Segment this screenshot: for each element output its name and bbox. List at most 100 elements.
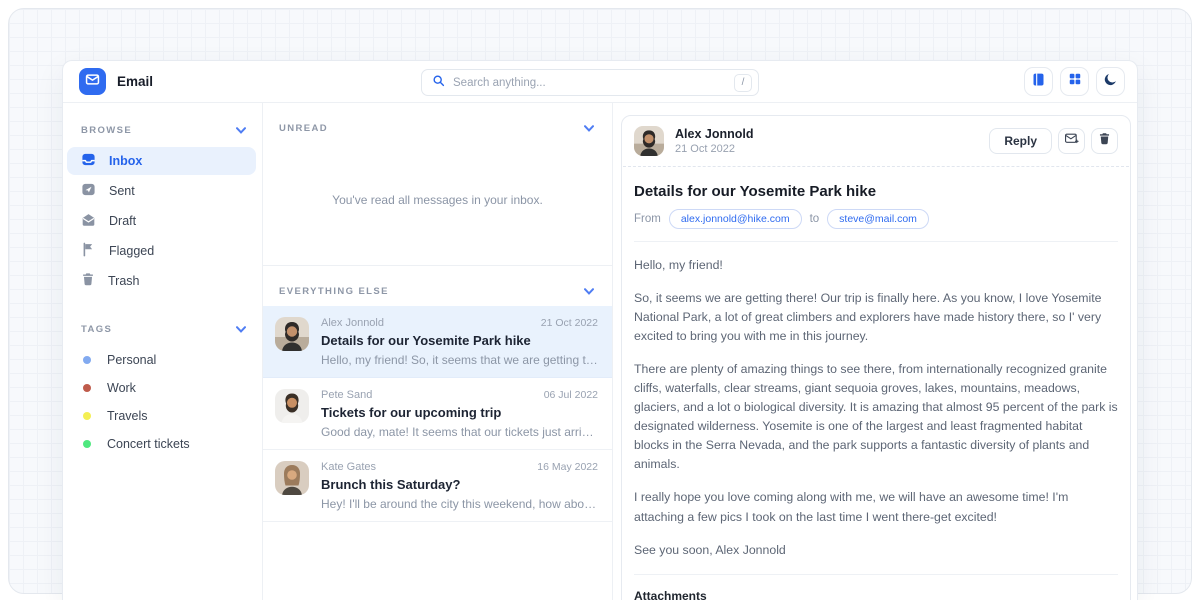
envelope-icon	[85, 72, 100, 92]
moon-icon	[1103, 72, 1118, 92]
avatar	[634, 126, 664, 156]
app-title: Email	[117, 74, 153, 89]
sidebar-item-sent[interactable]: Sent	[67, 177, 256, 205]
email-body: Hello, my friend! So, it seems we are ge…	[634, 256, 1118, 560]
email-list-item[interactable]: Alex Jonnold 21 Oct 2022 Details for our…	[263, 306, 612, 378]
email-sender: Pete Sand	[321, 389, 372, 401]
from-email-chip[interactable]: alex.jonnold@hike.com	[669, 209, 802, 229]
reply-button[interactable]: Reply	[989, 128, 1052, 154]
to-email-chip[interactable]: steve@mail.com	[827, 209, 929, 229]
detail-subject: Details for our Yosemite Park hike	[634, 183, 1118, 200]
tag-item-work[interactable]: Work	[63, 374, 262, 402]
detail-date: 21 Oct 2022	[675, 143, 753, 155]
email-list-item[interactable]: Kate Gates 16 May 2022 Brunch this Satur…	[263, 450, 612, 522]
email-sender: Alex Jonnold	[321, 317, 384, 329]
tag-label: Work	[107, 381, 136, 395]
inbox-icon	[81, 152, 96, 170]
notebook-icon	[1031, 72, 1046, 92]
chevron-down-icon[interactable]	[236, 320, 246, 338]
sidebar: BROWSE Inbox Sent	[63, 103, 263, 600]
open-envelope-icon	[81, 212, 96, 230]
tag-label: Travels	[107, 409, 148, 423]
avatar	[275, 389, 309, 423]
tags-label: TAGS	[81, 324, 112, 335]
sidebar-item-label: Draft	[109, 214, 136, 228]
body-paragraph: So, it seems we are getting there! Our t…	[634, 289, 1118, 346]
avatar	[275, 317, 309, 351]
tag-dot	[83, 356, 91, 364]
search-bar[interactable]: /	[421, 69, 759, 96]
sidebar-item-label: Sent	[109, 184, 135, 198]
chevron-down-icon[interactable]	[584, 282, 594, 300]
attachments-label: Attachments	[634, 589, 1118, 600]
unread-section: UNREAD You've read all messages in your …	[263, 103, 612, 266]
email-preview: Hello, my friend! So, it seems that we a…	[321, 353, 598, 367]
sidebar-item-label: Inbox	[109, 154, 142, 168]
from-label: From	[634, 213, 661, 225]
top-bar: Email /	[63, 61, 1137, 103]
sidebar-item-flagged[interactable]: Flagged	[67, 237, 256, 265]
chevron-down-icon[interactable]	[584, 119, 594, 137]
divider	[623, 166, 1129, 167]
everything-else-label: EVERYTHING ELSE	[279, 286, 389, 297]
tag-item-travels[interactable]: Travels	[63, 402, 262, 430]
trash-icon	[1098, 132, 1111, 150]
sidebar-item-label: Trash	[108, 274, 140, 288]
email-list-item[interactable]: Pete Sand 06 Jul 2022 Tickets for our up…	[263, 378, 612, 450]
tag-label: Concert tickets	[107, 437, 190, 451]
notebook-button[interactable]	[1024, 67, 1053, 96]
browse-section-header[interactable]: BROWSE	[63, 117, 262, 147]
detail-header: Alex Jonnold 21 Oct 2022 Reply	[622, 116, 1130, 166]
tag-item-concert-tickets[interactable]: Concert tickets	[63, 430, 262, 458]
email-subject: Details for our Yosemite Park hike	[321, 333, 598, 348]
email-detail-card: Alex Jonnold 21 Oct 2022 Reply	[621, 115, 1131, 600]
send-icon	[81, 182, 96, 200]
delete-mail-button[interactable]	[1091, 128, 1118, 154]
sidebar-item-inbox[interactable]: Inbox	[67, 147, 256, 175]
from-to-row: From alex.jonnold@hike.com to steve@mail…	[634, 209, 1118, 229]
sidebar-item-trash[interactable]: Trash	[67, 267, 256, 294]
email-detail-panel: Alex Jonnold 21 Oct 2022 Reply	[613, 103, 1137, 600]
email-subject: Tickets for our upcoming trip	[321, 405, 598, 420]
grid-icon	[1068, 72, 1082, 91]
tag-dot	[83, 440, 91, 448]
email-preview: Good day, mate! It seems that our ticket…	[321, 425, 598, 439]
divider	[634, 574, 1118, 575]
email-date: 06 Jul 2022	[544, 389, 598, 401]
email-sender: Kate Gates	[321, 461, 376, 473]
unread-empty-message: You've read all messages in your inbox.	[263, 143, 612, 265]
body-paragraph: See you soon, Alex Jonnold	[634, 541, 1118, 560]
body-paragraph: I really hope you love coming along with…	[634, 488, 1118, 526]
everything-else-header[interactable]: EVERYTHING ELSE	[263, 266, 612, 306]
chevron-down-icon[interactable]	[236, 121, 246, 139]
email-date: 21 Oct 2022	[541, 317, 598, 329]
tag-dot	[83, 412, 91, 420]
tag-label: Personal	[107, 353, 156, 367]
sidebar-item-label: Flagged	[109, 244, 154, 258]
app-logo	[79, 68, 106, 95]
email-date: 16 May 2022	[537, 461, 598, 473]
message-list-column: UNREAD You've read all messages in your …	[263, 103, 613, 600]
body-paragraph: Hello, my friend!	[634, 256, 1118, 275]
divider	[634, 241, 1118, 242]
search-shortcut-badge: /	[734, 74, 752, 92]
body-paragraph: There are plenty of amazing things to se…	[634, 360, 1118, 474]
tag-dot	[83, 384, 91, 392]
topbar-actions	[1024, 67, 1125, 96]
apps-grid-button[interactable]	[1060, 67, 1089, 96]
dark-mode-button[interactable]	[1096, 67, 1125, 96]
tag-item-personal[interactable]: Personal	[63, 346, 262, 374]
envelope-plus-icon	[1064, 131, 1079, 151]
detail-sender-name: Alex Jonnold	[675, 127, 753, 141]
email-subject: Brunch this Saturday?	[321, 477, 598, 492]
forward-mail-button[interactable]	[1058, 128, 1085, 154]
sidebar-item-draft[interactable]: Draft	[67, 207, 256, 235]
tags-section-header[interactable]: TAGS	[63, 316, 262, 346]
to-label: to	[810, 213, 820, 225]
unread-section-header[interactable]: UNREAD	[263, 103, 612, 143]
unread-label: UNREAD	[279, 123, 328, 134]
avatar	[275, 461, 309, 495]
email-preview: Hey! I'll be around the city this weeken…	[321, 497, 598, 511]
search-input[interactable]	[453, 77, 734, 89]
search-icon	[432, 74, 445, 92]
